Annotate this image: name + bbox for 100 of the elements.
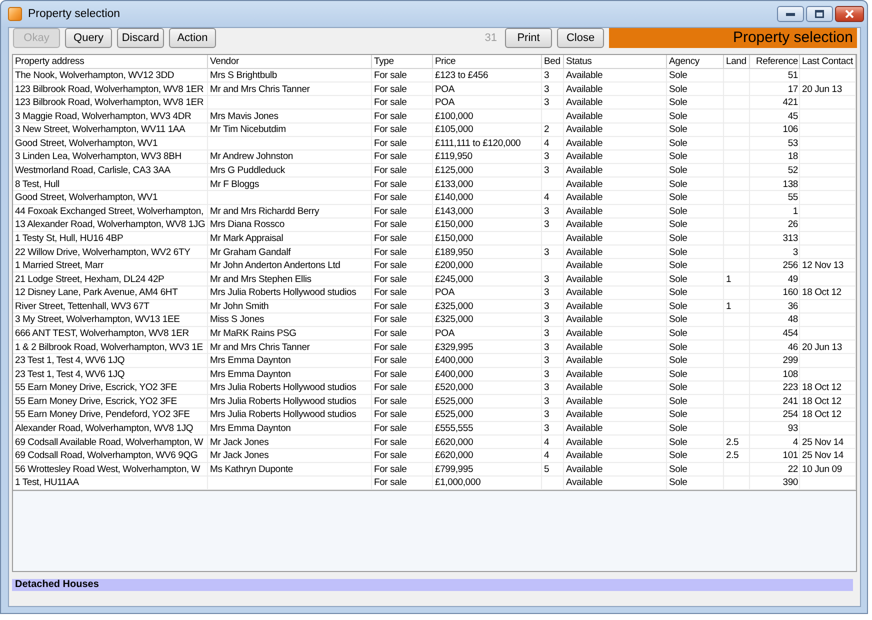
- table-cell-text: For sale: [373, 354, 408, 368]
- column-header[interactable]: Reference: [750, 55, 800, 69]
- table-cell-text: Mr Mark Appraisal: [209, 232, 284, 246]
- close-icon: [845, 10, 854, 18]
- table-cell-text: 3 New Street, Wolverhampton, WV11 1AA: [14, 123, 186, 137]
- table-cell-text: Mr Tim Nicebutdim: [209, 123, 287, 137]
- table-cell-text: £100,000: [434, 110, 474, 124]
- table-cell-text: £143,000: [434, 204, 474, 218]
- table-cell-text: 25 Nov 14: [801, 436, 845, 450]
- minimize-button[interactable]: [777, 6, 804, 22]
- table-cell-text: Available: [565, 381, 604, 395]
- table-cell-text: Available: [565, 178, 604, 192]
- table-cell-text: Available: [565, 164, 604, 178]
- table-cell-text: For sale: [373, 449, 408, 463]
- table-cell-text: For sale: [373, 123, 408, 137]
- table-cell-text: 138: [782, 178, 799, 192]
- table-cell-text: 3: [543, 354, 550, 368]
- table-cell-text: 12 Disney Lane, Park Avenue, AM4 6HT: [14, 286, 179, 300]
- table-cell-text: For sale: [373, 286, 408, 300]
- table-cell-text: £200,000: [434, 259, 474, 273]
- table-cell-text: Sole: [668, 368, 688, 382]
- table-cell-text: 18 Oct 12: [801, 408, 842, 422]
- window-close-button[interactable]: [835, 6, 864, 22]
- table-cell-text: For sale: [373, 272, 408, 286]
- table-cell-text: 241: [782, 394, 799, 408]
- toolbar-button[interactable]: Close: [557, 28, 604, 48]
- table-cell-text: Available: [565, 300, 604, 314]
- table-cell-text: Available: [565, 326, 604, 341]
- column-header[interactable]: Price: [433, 55, 542, 69]
- table-cell-text: 46: [786, 340, 799, 354]
- table-cell-text: 3: [543, 326, 550, 341]
- table-cell-text: Mrs Julia Roberts Hollywood studios: [209, 381, 358, 395]
- maximize-button[interactable]: [806, 6, 833, 22]
- table-cell-text: Available: [565, 204, 604, 218]
- toolbar-button[interactable]: Discard: [117, 28, 164, 48]
- table-cell-text: 23 Test 1, Test 4, WV6 1JQ: [14, 354, 126, 368]
- table-cell-text: Alexander Road, Wolverhampton, WV8 1JQ: [14, 422, 194, 436]
- table-cell-text: Available: [565, 191, 604, 205]
- table-cell-text: For sale: [373, 326, 408, 341]
- column-header[interactable]: Type: [372, 55, 433, 69]
- table-cell-text: 3: [543, 394, 550, 408]
- table-cell-text: Sole: [668, 313, 688, 327]
- toolbar-button[interactable]: Query: [65, 28, 112, 48]
- table-cell-text: 101: [782, 449, 799, 463]
- table-cell-text: 256: [782, 259, 799, 273]
- table-cell-text: £400,000: [434, 368, 474, 382]
- table-cell-text: £329,995: [434, 340, 474, 354]
- table-cell-text: For sale: [373, 259, 408, 273]
- table-cell-text: Sole: [668, 394, 688, 408]
- table-cell-text: 4: [543, 436, 550, 450]
- table-cell-text: 20 Jun 13: [801, 340, 843, 354]
- column-header[interactable]: Last Contact: [800, 55, 856, 69]
- table-cell-text: Available: [565, 354, 604, 368]
- table-cell-text: 3: [543, 218, 550, 232]
- table-cell-text: 3: [543, 164, 550, 178]
- table-cell-text: 13 Alexander Road, Wolverhampton, WV8 1JG: [14, 218, 206, 232]
- table-cell-text: Mrs Julia Roberts Hollywood studios: [209, 286, 358, 300]
- table-cell-text: £799,995: [434, 462, 474, 476]
- table-cell-text: £525,000: [434, 394, 474, 408]
- table-cell-text: Mr and Mrs Chris Tanner: [209, 340, 311, 354]
- column-header[interactable]: Vendor: [208, 55, 372, 69]
- table-cell-text: Sole: [668, 326, 688, 341]
- toolbar-button[interactable]: Print: [505, 28, 552, 48]
- table-cell-text: 299: [782, 354, 799, 368]
- table-cell-text: Mrs S Brightbulb: [209, 69, 278, 83]
- table-cell-text: 421: [782, 96, 799, 110]
- table-cell-text: 12 Nov 13: [801, 259, 845, 273]
- table-cell-text: 1 Married Street, Marr: [14, 259, 105, 273]
- table-cell-text: Available: [565, 123, 604, 137]
- table-cell-text: 69 Codsall Road, Wolverhampton, WV6 9QG: [14, 449, 199, 463]
- column-header[interactable]: Property address: [13, 55, 208, 69]
- table-cell-text: £555,555: [434, 422, 474, 436]
- table-cell-text: Ms Kathryn Duponte: [209, 462, 294, 476]
- table-cell-text: Mrs Diana Rossco: [209, 218, 286, 232]
- table-cell-text: 4: [543, 191, 550, 205]
- table-cell-text: 51: [786, 69, 799, 83]
- table-cell-text: 3: [543, 381, 550, 395]
- table-cell-text: 223: [782, 381, 799, 395]
- table-cell-text: £133,000: [434, 178, 474, 192]
- column-header[interactable]: Agency: [667, 55, 724, 69]
- table-cell-text: 5: [543, 462, 550, 476]
- table-cell-text: Mr and Mrs Stephen Ellis: [209, 272, 312, 286]
- column-header[interactable]: Bed: [542, 55, 564, 69]
- column-header[interactable]: Status: [564, 55, 667, 69]
- table-cell-text: 123 Bilbrook Road, Wolverhampton, WV8 1ER: [14, 82, 205, 96]
- table-cell-text: Mrs Emma Daynton: [209, 354, 292, 368]
- table-cell-text: 3: [543, 150, 550, 164]
- column-header[interactable]: Land: [724, 55, 750, 69]
- table-cell-text: 108: [782, 368, 799, 382]
- table-cell-text: 25 Nov 14: [801, 449, 845, 463]
- table-cell-text: Available: [565, 218, 604, 232]
- table-cell-text: For sale: [373, 313, 408, 327]
- table-cell-text: 3: [543, 408, 550, 422]
- table-cell-text: For sale: [373, 246, 408, 260]
- table-cell-text: Sole: [668, 259, 688, 273]
- table-cell-text: Available: [565, 286, 604, 300]
- table-cell-text: £189,950: [434, 246, 474, 260]
- table-cell-text: POA: [434, 286, 456, 300]
- table-cell-text: £105,000: [434, 123, 474, 137]
- toolbar-button[interactable]: Action: [169, 28, 216, 48]
